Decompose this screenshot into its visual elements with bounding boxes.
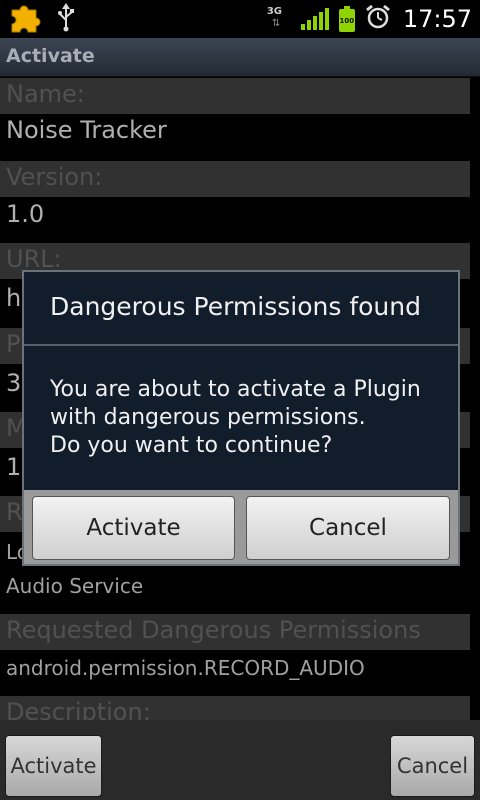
dialog-divider <box>24 344 458 346</box>
dialog-message: You are about to activate a Plugin with … <box>50 377 421 458</box>
alarm-icon <box>365 4 391 34</box>
dangerous-permissions-dialog: Dangerous Permissions found You are abou… <box>22 270 460 566</box>
dialog-activate-button[interactable]: Activate <box>32 496 235 560</box>
page-title: Activate <box>6 45 95 67</box>
clock: 17:57 <box>402 5 472 33</box>
bottom-cancel-button[interactable]: Cancel <box>390 735 475 797</box>
signal-icon <box>300 8 329 30</box>
status-bar: 3G ⇅ 100 17:57 <box>0 0 480 38</box>
battery-icon: 100 <box>338 6 355 32</box>
usb-icon <box>56 2 76 36</box>
puzzle-icon <box>8 0 44 38</box>
dialog-cancel-button[interactable]: Cancel <box>246 496 450 560</box>
dialog-title: Dangerous Permissions found <box>50 292 421 321</box>
battery-level: 100 <box>339 16 355 25</box>
data-arrows-icon: ⇅ <box>271 18 280 29</box>
bottom-bar: Activate Cancel <box>0 720 480 800</box>
network-3g-icon: 3G ⇅ <box>265 4 291 34</box>
title-bar: Activate <box>0 38 480 77</box>
bottom-activate-button[interactable]: Activate <box>5 735 102 797</box>
dialog-button-bar: Activate Cancel <box>24 490 458 564</box>
status-bar-right: 3G ⇅ 100 17:57 <box>265 2 472 36</box>
network-type: 3G <box>266 6 282 17</box>
status-bar-left <box>8 2 76 36</box>
